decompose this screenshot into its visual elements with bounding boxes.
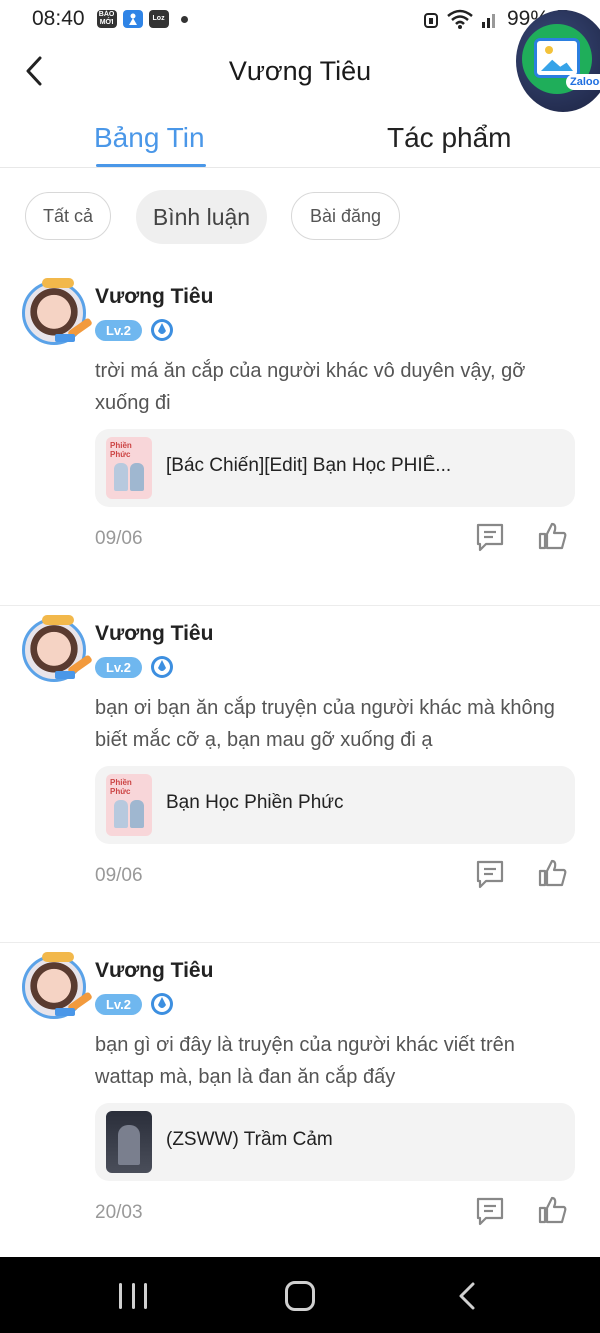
avatar[interactable]	[22, 952, 93, 1019]
page-title: Vương Tiêu	[228, 56, 372, 86]
status-bar: 08:40 BÁO MỚI Loz 99%	[0, 0, 600, 38]
avatar-frame-tag	[55, 334, 75, 342]
baomoi-app-icon: BÁO MỚI	[96, 10, 117, 28]
tab-bang-tin[interactable]: Bảng Tin	[94, 122, 205, 154]
comment-date: 09/06	[95, 528, 143, 549]
zalo-app-icon	[122, 10, 143, 28]
level-badge: Lv.2	[95, 657, 142, 678]
comment-item: Vương Tiêu Lv.2 bạn ơi bạn ăn cắp truyện…	[0, 606, 600, 943]
tab-tac-pham[interactable]: Tác phẩm	[387, 122, 512, 154]
shield-icon	[151, 993, 173, 1015]
bubble-label: Zaloooo	[566, 74, 600, 90]
more-notifications-icon	[180, 15, 188, 23]
like-icon[interactable]	[537, 857, 569, 889]
avatar-frame-tag	[55, 1008, 75, 1016]
comment-item: Vương Tiêu Lv.2 bạn gì ơi đây là truyện …	[0, 943, 600, 1280]
avatar[interactable]	[22, 615, 93, 682]
comment-text: trời má ăn cắp của người khác vô duyên v…	[95, 360, 526, 414]
story-title: (ZSWW) Trầm Cảm	[166, 1129, 333, 1150]
filter-comments-chip[interactable]: Bình luận	[136, 190, 267, 244]
filter-all-chip[interactable]: Tất cả	[25, 192, 111, 240]
author-name[interactable]: Vương Tiêu	[95, 959, 213, 983]
active-tab-indicator	[96, 164, 206, 167]
reply-icon[interactable]	[474, 1196, 506, 1226]
signal-icon	[481, 14, 495, 28]
avatar-frame-crown	[42, 278, 74, 288]
system-navigation-bar	[0, 1257, 600, 1333]
filter-posts-chip[interactable]: Bài đăng	[291, 192, 400, 240]
home-button[interactable]	[285, 1281, 315, 1311]
status-time: 08:40	[32, 7, 85, 30]
avatar-frame-tag	[55, 671, 75, 679]
comment-item: Vương Tiêu Lv.2 trời má ăn cắp của người…	[0, 269, 600, 606]
avatar-frame-crown	[42, 615, 74, 625]
tab-bar: Bảng Tin Tác phẩm	[0, 108, 600, 168]
story-cover: Phiền Phức	[106, 774, 152, 836]
shield-icon	[151, 319, 173, 341]
level-badge: Lv.2	[95, 320, 142, 341]
nav-back-button[interactable]	[457, 1281, 477, 1311]
zalo-floating-bubble[interactable]: Zaloooo	[516, 10, 600, 112]
story-cover	[106, 1111, 152, 1173]
comment-date: 09/06	[95, 865, 143, 886]
level-badge: Lv.2	[95, 994, 142, 1015]
gallery-icon	[534, 38, 580, 78]
referenced-story-card[interactable]: Phiền Phức Bạn Học Phiền Phức	[95, 766, 575, 844]
wifi-icon	[447, 9, 473, 29]
author-name[interactable]: Vương Tiêu	[95, 622, 213, 646]
referenced-story-card[interactable]: Phiền Phức [Bác Chiến][Edit] Bạn Học PHI…	[95, 429, 575, 507]
notification-icons: BÁO MỚI Loz	[96, 10, 188, 28]
author-name[interactable]: Vương Tiêu	[95, 285, 213, 309]
avatar-frame-crown	[42, 952, 74, 962]
story-title: Bạn Học Phiền Phức	[166, 792, 344, 813]
filter-chips: Tất cả Bình luận Bài đăng	[0, 190, 600, 248]
referenced-story-card[interactable]: (ZSWW) Trầm Cảm	[95, 1103, 575, 1181]
shield-icon	[151, 656, 173, 678]
story-title: [Bác Chiến][Edit] Bạn Học PHIỀ...	[166, 455, 452, 476]
app-header: Vương Tiêu	[0, 38, 600, 108]
story-cover: Phiền Phức	[106, 437, 152, 499]
loz-app-icon: Loz	[148, 10, 169, 28]
reply-icon[interactable]	[474, 522, 506, 552]
recent-apps-button[interactable]	[119, 1283, 147, 1309]
like-icon[interactable]	[537, 520, 569, 552]
comment-date: 20/03	[95, 1202, 143, 1223]
reply-icon[interactable]	[474, 859, 506, 889]
like-icon[interactable]	[537, 1194, 569, 1226]
comment-text: bạn gì ơi đây là truyện của người khác v…	[95, 1034, 515, 1088]
avatar[interactable]	[22, 278, 93, 345]
alarm-icon	[423, 13, 438, 28]
comment-text: bạn ơi bạn ăn cắp truyện của người khác …	[95, 697, 555, 751]
